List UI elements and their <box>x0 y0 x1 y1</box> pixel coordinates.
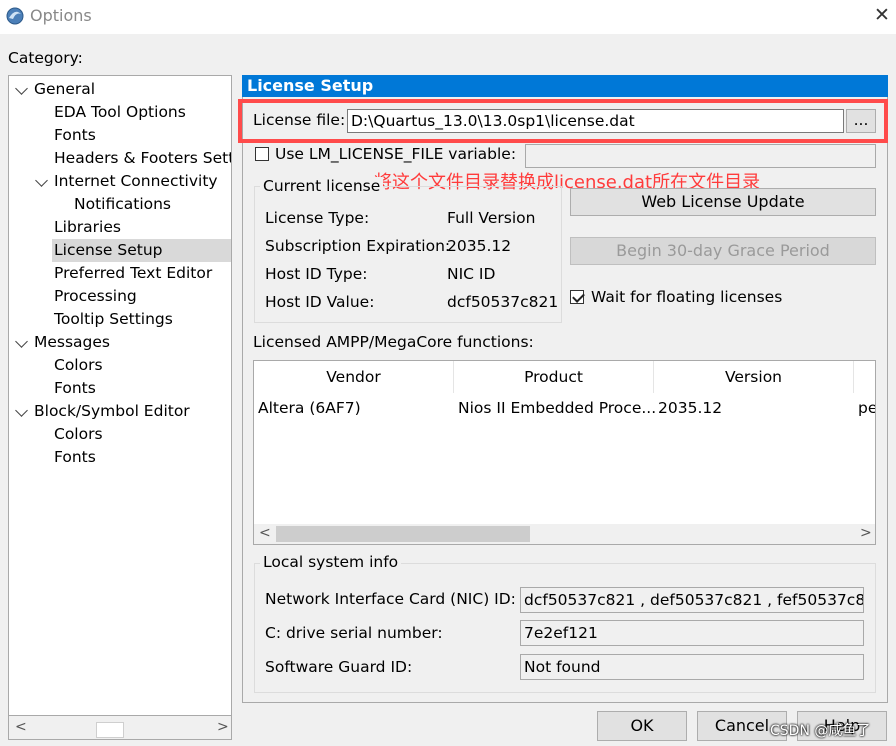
highlight-box <box>238 99 888 143</box>
tree-item-license-setup[interactable]: License Setup <box>52 239 231 262</box>
web-license-update-button[interactable]: Web License Update <box>570 188 876 216</box>
tree-item-colors[interactable]: Colors <box>52 423 105 446</box>
ampp-table[interactable]: Vendor Product Version Altera (6AF7) Nio… <box>253 360 876 545</box>
watermark: CSDN @咸鱼了 <box>770 723 871 739</box>
window-title: Options <box>30 6 92 25</box>
panel-title: License Setup <box>242 75 888 97</box>
grace-period-button[interactable]: Begin 30-day Grace Period <box>570 237 876 265</box>
column-header-extra[interactable] <box>854 361 875 393</box>
lm-license-checkbox[interactable] <box>255 147 269 161</box>
scroll-left-icon[interactable]: < <box>15 719 27 735</box>
tree-item-block-symbol-editor[interactable]: Block/Symbol Editor <box>32 400 192 423</box>
chevron-down-icon[interactable] <box>35 174 48 187</box>
tree-item-processing[interactable]: Processing <box>52 285 139 308</box>
software-guard-field[interactable]: Not found <box>520 654 864 680</box>
license-type-value: Full Version <box>447 209 536 227</box>
subscription-expiration-value: 2035.12 <box>447 237 512 255</box>
host-id-type-value: NIC ID <box>447 265 496 283</box>
column-header-version[interactable]: Version <box>654 361 854 393</box>
tree-item-headers-footers[interactable]: Headers & Footers Setti <box>52 147 231 170</box>
ampp-label: Licensed AMPP/MegaCore functions: <box>253 333 534 351</box>
category-label: Category: <box>8 49 83 67</box>
tree-item-tooltip-settings[interactable]: Tooltip Settings <box>52 308 175 331</box>
lm-license-input[interactable] <box>525 144 876 168</box>
chevron-down-icon[interactable] <box>15 335 28 348</box>
scroll-right-icon[interactable]: > <box>217 719 229 735</box>
quartus-app-icon <box>6 7 24 25</box>
table-cell-vendor[interactable]: Altera (6AF7) <box>258 395 361 421</box>
table-cell-version[interactable]: 2035.12 <box>658 395 722 421</box>
tree-item-preferred-text-editor[interactable]: Preferred Text Editor <box>52 262 214 285</box>
ampp-scroll-thumb[interactable] <box>276 526 530 542</box>
tree-item-internet-connectivity[interactable]: Internet Connectivity <box>52 170 220 193</box>
category-scroll-thumb[interactable] <box>96 722 124 738</box>
table-cell-extra[interactable]: pe <box>858 395 875 421</box>
local-system-info-title: Local system info <box>260 553 402 571</box>
nic-id-label: Network Interface Card (NIC) ID: <box>265 590 516 608</box>
drive-serial-field[interactable]: 7e2ef121 <box>520 620 864 646</box>
title-bar <box>0 0 896 34</box>
host-id-value: dcf50537c821 <box>447 293 559 311</box>
tree-item-eda-tool-options[interactable]: EDA Tool Options <box>52 101 188 124</box>
tree-item-messages[interactable]: Messages <box>32 331 112 354</box>
scroll-right-icon[interactable]: > <box>860 525 872 541</box>
chevron-down-icon[interactable] <box>15 82 28 95</box>
column-header-product[interactable]: Product <box>454 361 654 393</box>
host-id-type-label: Host ID Type: <box>265 265 368 283</box>
host-id-value-label: Host ID Value: <box>265 293 375 311</box>
wait-floating-label: Wait for floating licenses <box>591 288 783 306</box>
drive-serial-label: C: drive serial number: <box>265 624 443 642</box>
tree-item-libraries[interactable]: Libraries <box>52 216 123 239</box>
tree-item-fonts[interactable]: Fonts <box>52 377 98 400</box>
scroll-left-icon[interactable]: < <box>259 525 271 541</box>
current-license-title: Current license <box>260 177 384 195</box>
tree-item-general[interactable]: General <box>32 78 97 101</box>
license-type-label: License Type: <box>265 209 370 227</box>
close-icon[interactable]: ✕ <box>872 4 892 26</box>
table-cell-product[interactable]: Nios II Embedded Proce... <box>458 395 656 421</box>
tree-item-colors[interactable]: Colors <box>52 354 105 377</box>
checkmark-icon <box>571 290 585 303</box>
nic-id-field[interactable]: dcf50537c821 , def50537c821 , fef50537c8… <box>520 587 864 613</box>
chevron-down-icon[interactable] <box>15 404 28 417</box>
subscription-expiration-label: Subscription Expiration: <box>265 237 451 255</box>
tree-item-fonts[interactable]: Fonts <box>52 124 98 147</box>
tree-item-notifications[interactable]: Notifications <box>72 193 173 216</box>
tree-item-fonts[interactable]: Fonts <box>52 446 98 469</box>
wait-floating-checkbox[interactable] <box>570 290 585 304</box>
column-header-vendor[interactable]: Vendor <box>254 361 454 393</box>
software-guard-label: Software Guard ID: <box>265 658 413 676</box>
category-tree[interactable]: General EDA Tool Options Fonts Headers &… <box>8 75 232 716</box>
ok-button[interactable]: OK <box>597 711 687 741</box>
lm-license-label: Use LM_LICENSE_FILE variable: <box>275 145 517 163</box>
